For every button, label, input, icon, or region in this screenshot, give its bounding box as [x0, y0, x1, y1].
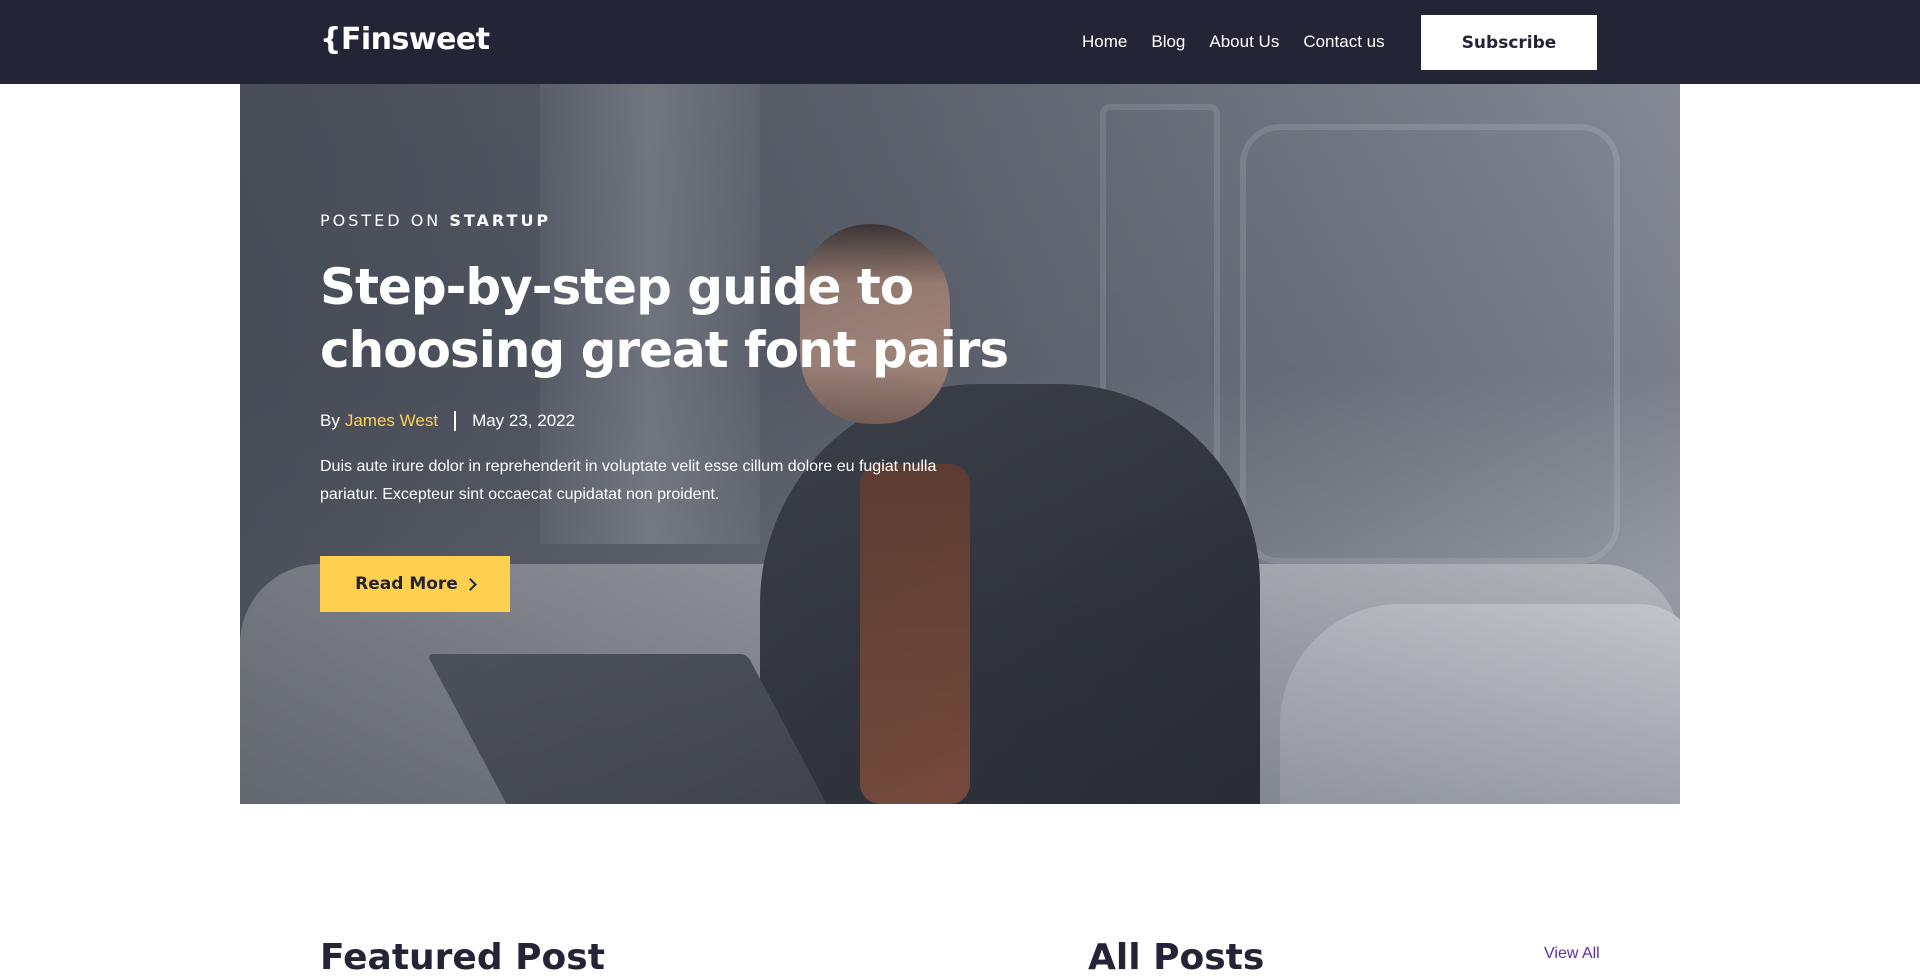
hero-banner: POSTED ON STARTUP Step-by-step guide to …: [240, 84, 1680, 804]
hero-category-line: POSTED ON STARTUP: [320, 211, 551, 230]
nav-link-about-us[interactable]: About Us: [1209, 30, 1279, 54]
read-more-button[interactable]: Read More: [320, 556, 510, 612]
read-more-label: Read More: [355, 574, 458, 594]
logo[interactable]: {Finsweet: [320, 22, 490, 58]
nav-link-blog[interactable]: Blog: [1151, 30, 1185, 54]
post-date: May 23, 2022: [472, 411, 576, 430]
hero-category[interactable]: STARTUP: [449, 211, 551, 230]
view-all-link[interactable]: View All: [1544, 945, 1600, 963]
navbar: {Finsweet Home Blog About Us Contact us …: [0, 0, 1920, 84]
byline-divider: [454, 411, 457, 431]
author-link[interactable]: James West: [345, 411, 438, 431]
chevron-right-icon: [463, 577, 477, 591]
nav-link-home[interactable]: Home: [1082, 30, 1127, 54]
hero-title[interactable]: Step-by-step guide to choosing great fon…: [320, 256, 1140, 382]
subscribe-button[interactable]: Subscribe: [1419, 13, 1599, 72]
hero-excerpt: Duis aute irure dolor in reprehenderit i…: [320, 458, 937, 503]
hero-overlay: [240, 84, 1680, 804]
nav-link-contact-us[interactable]: Contact us: [1303, 30, 1384, 54]
hero-byline: By James West May 23, 2022: [320, 411, 575, 431]
nav-links: Home Blog About Us Contact us: [1082, 30, 1409, 54]
posted-on-label: POSTED ON: [320, 211, 442, 230]
all-posts-heading: All Posts: [1088, 937, 1265, 978]
featured-post-heading: Featured Post: [320, 937, 605, 978]
by-label: By: [320, 411, 340, 430]
